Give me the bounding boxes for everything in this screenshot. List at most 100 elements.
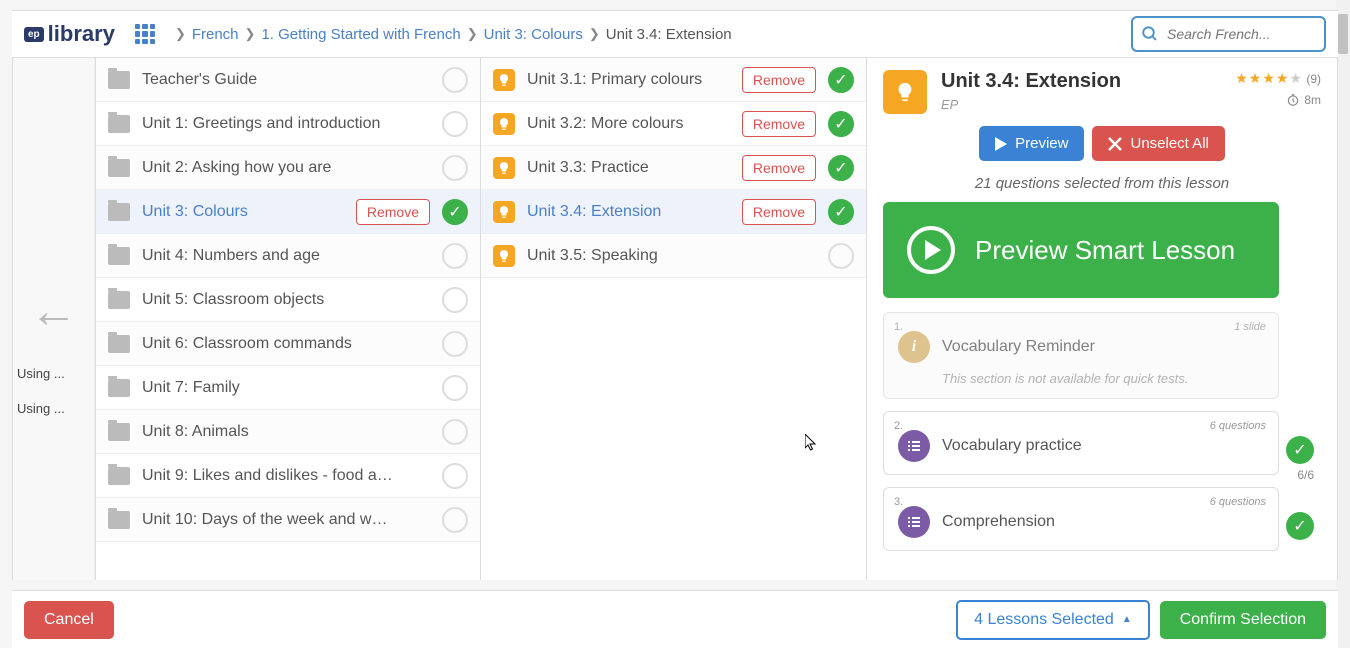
folder-icon [108, 335, 130, 353]
folder-icon [108, 467, 130, 485]
section-meta: 6 questions [1210, 420, 1266, 432]
unit-label: Unit 10: Days of the week and w… [142, 511, 430, 529]
remove-button[interactable]: Remove [742, 111, 816, 137]
bg-item[interactable]: Using ... [13, 356, 94, 391]
breadcrumb-link[interactable]: French [192, 26, 239, 43]
preview-button[interactable]: Preview [979, 126, 1084, 161]
lesson-row[interactable]: Unit 3.5: Speaking [481, 234, 866, 278]
folder-icon [108, 203, 130, 221]
breadcrumb-link[interactable]: 1. Getting Started with French [261, 26, 460, 43]
bg-item[interactable]: Using ... [13, 391, 94, 426]
footer: Cancel 4 Lessons Selected ▲ Confirm Sele… [12, 590, 1338, 648]
preview-smart-lesson-button[interactable]: Preview Smart Lesson [883, 202, 1279, 298]
list-icon [898, 506, 930, 538]
unit-label: Unit 1: Greetings and introduction [142, 115, 430, 133]
section-title: Comprehension [942, 513, 1055, 531]
info-icon: i [898, 331, 930, 363]
section-count: 6/6 [1297, 468, 1314, 482]
section-check-icon[interactable]: ✓ [1286, 512, 1314, 540]
section-card[interactable]: 3. 6 questions Comprehension ✓ [883, 487, 1279, 551]
breadcrumb: ❯ French ❯ 1. Getting Started with Frenc… [175, 26, 1131, 43]
remove-button[interactable]: Remove [742, 199, 816, 225]
select-toggle[interactable] [442, 287, 468, 313]
unit-row[interactable]: Unit 4: Numbers and age [96, 234, 480, 278]
lesson-row[interactable]: Unit 3.1: Primary colours Remove ✓ [481, 58, 866, 102]
page-scrollbar[interactable] [1336, 0, 1350, 648]
lesson-label: Unit 3.4: Extension [527, 203, 730, 221]
section-card[interactable]: 2. 6 questions Vocabulary practice ✓ 6/6 [883, 411, 1279, 475]
detail-panel: Unit 3.4: Extension EP ★★★★★ (9) 8m Prev… [867, 58, 1337, 580]
select-toggle[interactable] [442, 375, 468, 401]
unit-row[interactable]: Unit 10: Days of the week and w… [96, 498, 480, 542]
select-toggle[interactable]: ✓ [828, 199, 854, 225]
section-check-icon[interactable]: ✓ [1286, 436, 1314, 464]
unit-row[interactable]: Unit 3: Colours Remove ✓ [96, 190, 480, 234]
lightbulb-icon [493, 113, 515, 135]
folder-icon [108, 423, 130, 441]
confirm-selection-button[interactable]: Confirm Selection [1160, 601, 1326, 639]
unit-row[interactable]: Unit 8: Animals [96, 410, 480, 454]
unit-row[interactable]: Unit 9: Likes and dislikes - food a… [96, 454, 480, 498]
search-input[interactable] [1167, 26, 1316, 42]
section-note: This section is not available for quick … [942, 371, 1264, 386]
cancel-button[interactable]: Cancel [24, 601, 114, 639]
lesson-row[interactable]: Unit 3.4: Extension Remove ✓ [481, 190, 866, 234]
select-toggle[interactable] [442, 507, 468, 533]
search-box[interactable] [1131, 16, 1326, 52]
select-toggle[interactable]: ✓ [828, 155, 854, 181]
unit-row[interactable]: Unit 1: Greetings and introduction [96, 102, 480, 146]
unit-label: Unit 7: Family [142, 379, 430, 397]
unit-row[interactable]: Unit 2: Asking how you are [96, 146, 480, 190]
select-toggle[interactable] [442, 155, 468, 181]
back-arrow-icon[interactable]: ← [13, 288, 94, 336]
select-toggle[interactable] [442, 243, 468, 269]
chevron-right-icon: ❯ [467, 26, 478, 42]
section-card: 1. 1 slide i Vocabulary Reminder This se… [883, 312, 1279, 399]
lessons-selected-dropdown[interactable]: 4 Lessons Selected ▲ [956, 600, 1150, 640]
unit-row[interactable]: Unit 7: Family [96, 366, 480, 410]
apps-grid-icon[interactable] [135, 24, 155, 44]
unit-label: Teacher's Guide [142, 71, 430, 89]
select-toggle[interactable] [442, 67, 468, 93]
close-icon [1108, 137, 1122, 151]
section-title: Vocabulary practice [942, 437, 1082, 455]
unit-row[interactable]: Unit 6: Classroom commands [96, 322, 480, 366]
select-toggle[interactable]: ✓ [828, 111, 854, 137]
unselect-all-button[interactable]: Unselect All [1092, 126, 1224, 161]
preview-smart-label: Preview Smart Lesson [975, 235, 1235, 266]
select-toggle[interactable] [828, 243, 854, 269]
preview-label: Preview [1015, 135, 1068, 152]
select-toggle[interactable]: ✓ [828, 67, 854, 93]
select-toggle[interactable] [442, 331, 468, 357]
select-toggle[interactable] [442, 111, 468, 137]
remove-button[interactable]: Remove [742, 67, 816, 93]
lesson-row[interactable]: Unit 3.3: Practice Remove ✓ [481, 146, 866, 190]
header: ep library ❯ French ❯ 1. Getting Started… [12, 10, 1338, 58]
folder-icon [108, 379, 130, 397]
list-icon [898, 430, 930, 462]
lesson-author: EP [941, 97, 1221, 112]
rating-stars: ★★★★★ [1235, 70, 1303, 86]
select-toggle[interactable] [442, 463, 468, 489]
unit-row[interactable]: Teacher's Guide [96, 58, 480, 102]
lesson-row[interactable]: Unit 3.2: More colours Remove ✓ [481, 102, 866, 146]
lightbulb-icon [493, 69, 515, 91]
section-meta: 6 questions [1210, 496, 1266, 508]
lightbulb-icon [493, 245, 515, 267]
folder-icon [108, 511, 130, 529]
lesson-duration: 8m [1304, 93, 1321, 107]
breadcrumb-link[interactable]: Unit 3: Colours [484, 26, 583, 43]
folder-icon [108, 291, 130, 309]
logo[interactable]: ep library [24, 21, 115, 47]
search-icon [1141, 25, 1159, 43]
unit-label: Unit 3: Colours [142, 203, 344, 221]
select-toggle[interactable] [442, 419, 468, 445]
remove-button[interactable]: Remove [742, 155, 816, 181]
unit-row[interactable]: Unit 5: Classroom objects [96, 278, 480, 322]
units-column: Teacher's Guide Unit 1: Greetings and in… [95, 58, 481, 580]
select-toggle[interactable]: ✓ [442, 199, 468, 225]
lessons-column: Unit 3.1: Primary colours Remove ✓ Unit … [481, 58, 867, 580]
remove-button[interactable]: Remove [356, 199, 430, 225]
lesson-label: Unit 3.2: More colours [527, 115, 730, 133]
lesson-label: Unit 3.3: Practice [527, 159, 730, 177]
